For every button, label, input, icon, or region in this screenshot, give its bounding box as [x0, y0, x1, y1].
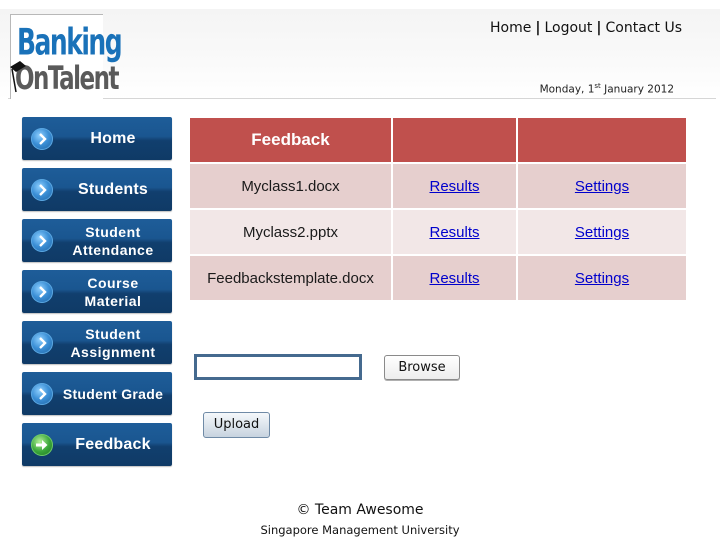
- chevron-right-icon: [31, 331, 53, 354]
- feedback-table: Feedback Myclass1.docx Results Settings …: [188, 116, 688, 302]
- table-row: Myclass2.pptx Results Settings: [190, 210, 686, 254]
- top-nav-contact-us[interactable]: Contact Us: [606, 20, 682, 36]
- settings-cell: Settings: [518, 210, 686, 254]
- settings-link[interactable]: Settings: [575, 178, 629, 195]
- footer-copyright: © Team Awesome: [296, 502, 424, 518]
- sidebar-item-student-assignment[interactable]: Student Assignment: [22, 321, 172, 364]
- file-name: Myclass2.pptx: [190, 210, 391, 254]
- logo-text-ontalent: OnTalent: [15, 61, 120, 98]
- sidebar-item-label: Student Assignment: [70, 325, 156, 360]
- logo-text-banking: Banking: [17, 21, 123, 64]
- table-row: Myclass1.docx Results Settings: [190, 164, 686, 208]
- sidebar-item-students[interactable]: Students: [22, 168, 172, 211]
- current-date: Monday, 1st January 2012: [540, 82, 674, 96]
- sidebar-item-label: Student Attendance: [72, 223, 154, 258]
- top-navigation: Home | Logout | Contact Us: [490, 20, 682, 36]
- chevron-right-icon: [31, 229, 53, 252]
- settings-link[interactable]: Settings: [575, 224, 629, 241]
- sidebar-item-label: Home: [90, 129, 136, 147]
- date-day: Monday, 1: [539, 83, 595, 96]
- date-month-year: January 2012: [600, 83, 674, 96]
- sidebar-item-label: Feedback: [75, 435, 151, 453]
- file-name: Feedbackstemplate.docx: [190, 256, 391, 300]
- results-link[interactable]: Results: [429, 270, 479, 287]
- sidebar-item-course-material[interactable]: Course Material: [22, 270, 172, 313]
- header-cell-settings: [518, 118, 686, 162]
- settings-cell: Settings: [518, 164, 686, 208]
- sidebar-item-student-grade[interactable]: Student Grade: [22, 372, 172, 415]
- file-name: Myclass1.docx: [190, 164, 391, 208]
- header-cell-results: [393, 118, 516, 162]
- table-row: Feedbackstemplate.docx Results Settings: [190, 256, 686, 300]
- sidebar-item-feedback[interactable]: Feedback: [22, 423, 172, 466]
- sidebar-item-home[interactable]: Home: [22, 117, 172, 160]
- browse-button[interactable]: Browse: [384, 355, 460, 380]
- chevron-right-icon: [31, 280, 53, 303]
- results-link[interactable]: Results: [429, 224, 479, 241]
- chevron-right-icon: [31, 178, 53, 201]
- settings-cell: Settings: [518, 256, 686, 300]
- top-nav-logout[interactable]: Logout: [544, 20, 592, 36]
- sidebar-item-label: Student Grade: [62, 385, 164, 402]
- results-cell: Results: [393, 210, 516, 254]
- sidebar-item-label: Students: [77, 180, 149, 198]
- table-header-row: Feedback: [190, 118, 686, 162]
- header-divider: [8, 98, 716, 99]
- results-cell: Results: [393, 256, 516, 300]
- file-path-input[interactable]: [194, 354, 362, 380]
- settings-link[interactable]: Settings: [575, 270, 629, 287]
- header-cell-feedback: Feedback: [190, 118, 391, 162]
- nav-separator: |: [535, 20, 541, 36]
- chevron-right-icon: [31, 127, 53, 150]
- logo[interactable]: Banking OnTalent: [10, 14, 123, 99]
- upload-button[interactable]: Upload: [203, 412, 270, 438]
- results-cell: Results: [393, 164, 516, 208]
- graduation-cap-icon: [10, 61, 26, 93]
- results-link[interactable]: Results: [429, 178, 479, 195]
- nav-separator: |: [596, 20, 602, 36]
- sidebar-item-label: Course Material: [84, 274, 142, 309]
- sidebar-item-student-attendance[interactable]: Student Attendance: [22, 219, 172, 262]
- top-nav-home[interactable]: Home: [490, 20, 531, 36]
- chevron-right-icon: [31, 382, 53, 405]
- arrow-right-icon: [31, 433, 53, 456]
- footer-institution: Singapore Management University: [260, 523, 460, 537]
